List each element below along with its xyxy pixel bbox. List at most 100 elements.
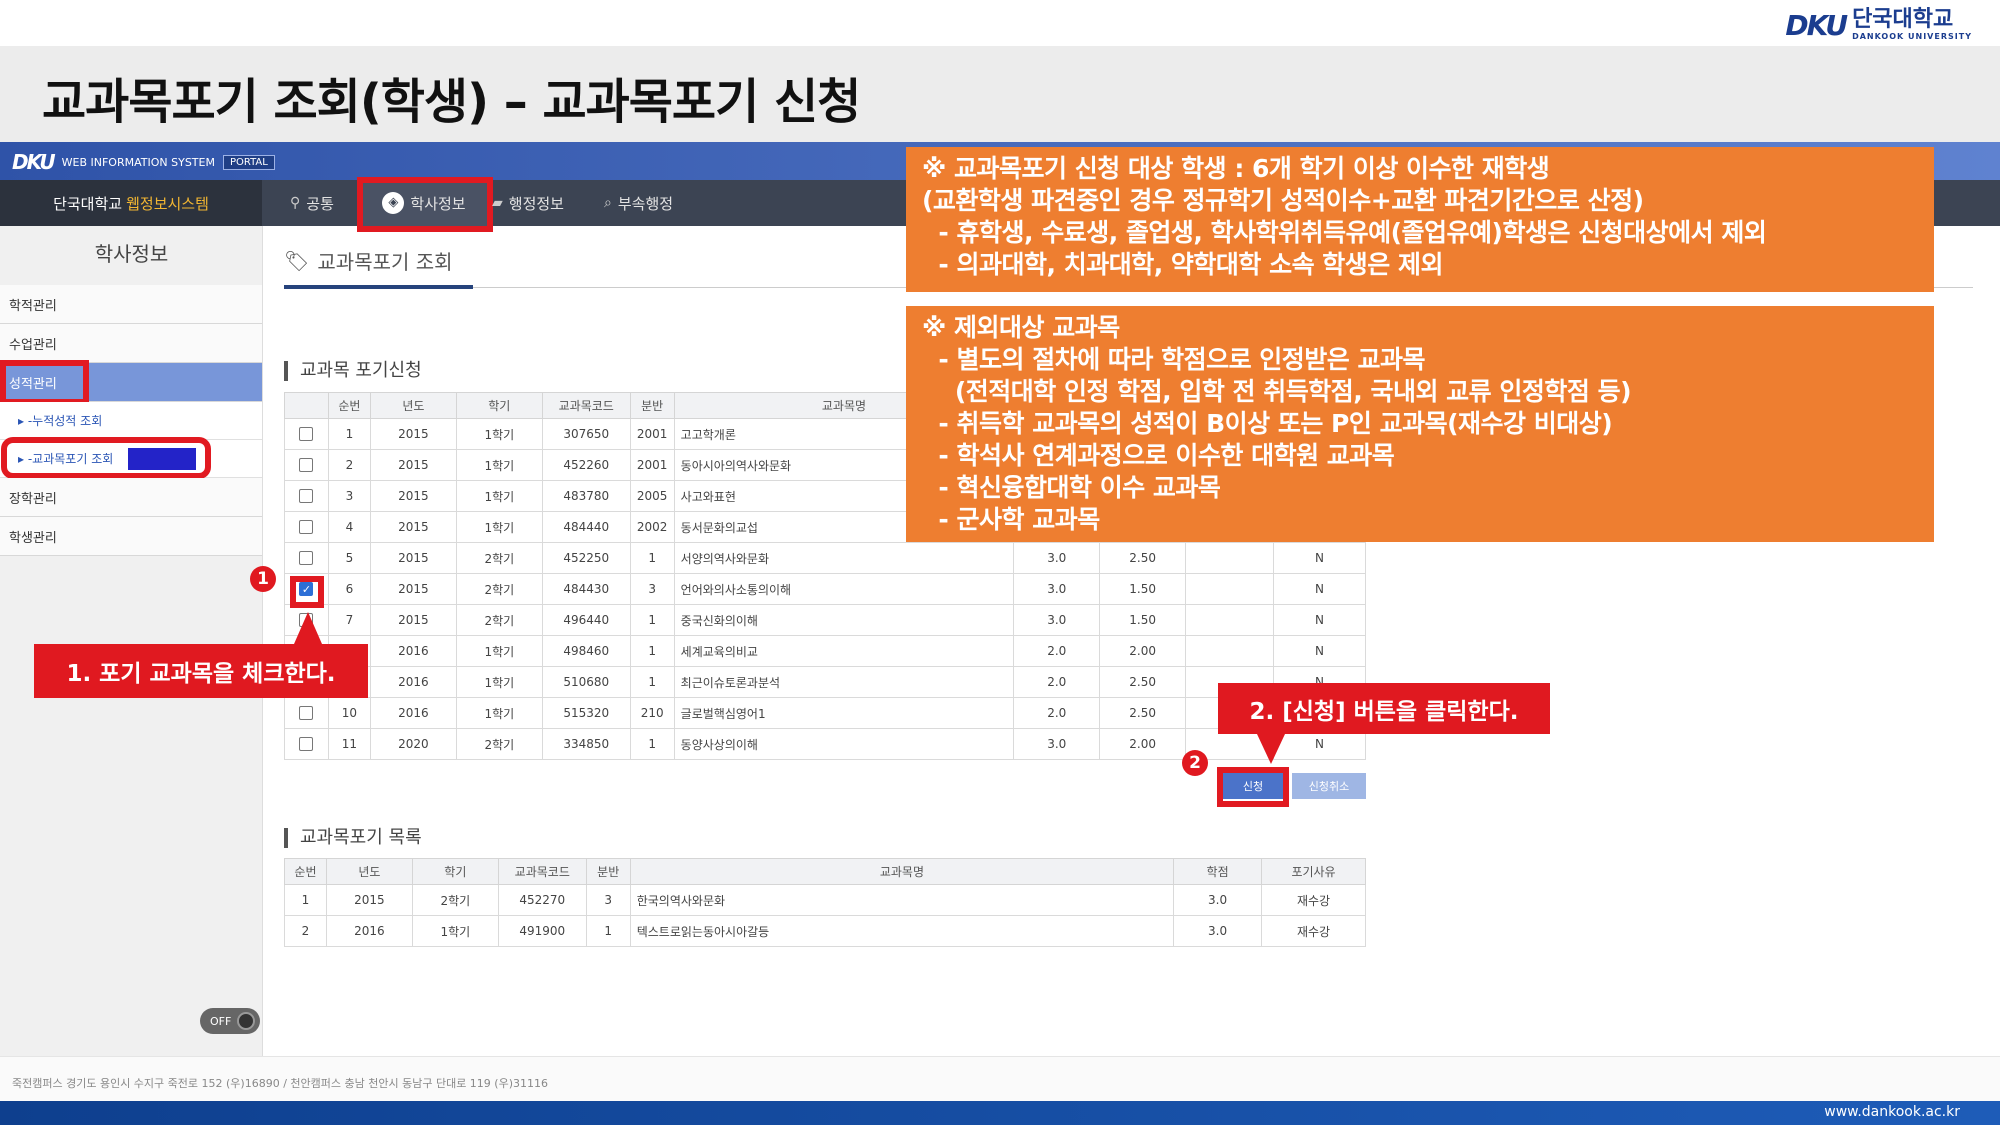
row-credit: 3.0 xyxy=(1173,915,1263,947)
row-code: 498460 xyxy=(541,635,631,667)
row-course-name: 언어와의사소통의이해 xyxy=(673,573,1015,605)
row-course-name: 중국신화의이해 xyxy=(673,604,1015,636)
eligibility-line: - 의과대학, 치과대학, 약학대학 소속 학생은 제외 xyxy=(922,250,1444,279)
row-term: 2학기 xyxy=(411,884,499,916)
row-checkbox[interactable] xyxy=(299,458,314,473)
sidebar-item-student[interactable]: 학생관리 xyxy=(0,517,262,556)
excluded-line: - 학석사 연계과정으로 이수한 대학원 교과목 xyxy=(922,441,1395,470)
nav-home[interactable]: 단국대학교 웹정보시스템 xyxy=(0,180,262,226)
row-code: 510680 xyxy=(541,666,631,698)
row-checkbox[interactable] xyxy=(299,706,314,721)
row-grade: 2.00 xyxy=(1099,635,1187,667)
col-term: 학기 xyxy=(455,392,543,419)
footer-url: www.dankook.ac.kr xyxy=(1824,1104,1960,1120)
link-icon: ⚲ xyxy=(290,195,301,211)
row-course-name: 최근이슈토론과분석 xyxy=(673,666,1015,698)
col-check xyxy=(284,392,329,419)
row-grade: 2.50 xyxy=(1099,542,1187,574)
row-year: 2015 xyxy=(369,542,457,574)
row-checkbox[interactable] xyxy=(299,489,314,504)
portal-button[interactable]: PORTAL xyxy=(222,154,275,170)
row-checkbox[interactable] xyxy=(299,551,314,566)
row-section: 1 xyxy=(629,728,675,760)
row-term: 1학기 xyxy=(455,480,543,512)
sidebar-item-classes[interactable]: 수업관리 xyxy=(0,324,262,363)
excluded-line: - 군사학 교과목 xyxy=(922,505,1100,534)
col-section: 분반 xyxy=(629,392,675,419)
row-grade: 2.00 xyxy=(1099,728,1187,760)
row-code: 491900 xyxy=(497,915,587,947)
row-no: 6 xyxy=(327,573,371,605)
row-no: 1 xyxy=(327,418,371,450)
apply-table-row[interactable]: 7 2015 2학기 496440 1 중국신화의이해 3.0 1.50 N xyxy=(284,604,1366,636)
logo-mark: DKU xyxy=(1785,8,1848,42)
nav-admin[interactable]: ▰ 행정정보 xyxy=(492,180,564,226)
sidebar-item-registration[interactable]: 학적관리 xyxy=(0,285,262,324)
col-no: 순번 xyxy=(284,858,327,885)
sidebar-item-scholarship[interactable]: 장학관리 xyxy=(0,478,262,517)
row-term: 1학기 xyxy=(455,666,543,698)
highlight-apply-button xyxy=(1217,767,1289,807)
row-checkbox[interactable] xyxy=(299,520,314,535)
highlight-nav-academic xyxy=(357,177,493,232)
col-year: 년도 xyxy=(325,858,413,885)
row-check-cell xyxy=(284,511,329,543)
cancel-apply-button[interactable]: 신청취소 xyxy=(1292,773,1366,799)
row-year: 2015 xyxy=(369,418,457,450)
col-year: 년도 xyxy=(369,392,457,419)
sidebar-sub-cumulative[interactable]: ▸ -누적성적 조회 xyxy=(0,402,262,440)
tag-icon: 🏷 xyxy=(284,248,310,273)
nav-common[interactable]: ⚲ 공통 xyxy=(290,180,334,226)
row-checkbox[interactable] xyxy=(299,737,314,752)
row-year: 2016 xyxy=(369,635,457,667)
nav-affiliate[interactable]: ⌕ 부속행정 xyxy=(604,180,673,226)
highlight-sidebar-drop-course xyxy=(1,437,211,479)
toggle-switch[interactable]: OFF xyxy=(200,1008,260,1034)
dankook-logo: DKU 단국대학교 DANKOOK UNIVERSITY xyxy=(1785,8,1972,42)
row-year: 2015 xyxy=(369,480,457,512)
apply-table-row[interactable]: 920161학기5106801최근이슈토론과분석2.02.50N xyxy=(284,666,1366,698)
row-grade: 2.50 xyxy=(1099,697,1187,729)
row-term: 2학기 xyxy=(455,573,543,605)
apply-section-title: 교과목 포기신청 xyxy=(284,361,422,381)
row-year: 2015 xyxy=(325,884,413,916)
step1-badge: 1 xyxy=(250,566,276,592)
row-check-cell xyxy=(284,449,329,481)
apply-table-row[interactable]: 1020161학기515320210글로벌핵심영어12.02.50N xyxy=(284,697,1366,729)
folder-icon: ▰ xyxy=(492,195,503,211)
col-reason: 포기사유 xyxy=(1261,858,1366,885)
page-tab[interactable]: 🏷 교과목포기 조회 xyxy=(284,246,453,275)
row-term: 1학기 xyxy=(455,635,543,667)
col-code: 교과목코드 xyxy=(541,392,631,419)
row-credit: 3.0 xyxy=(1013,604,1101,636)
row-section: 210 xyxy=(629,697,675,729)
row-flag: N xyxy=(1273,542,1366,574)
drop-list-row: 2 2016 1학기 491900 1 텍스트로읽는동아시아갈등 3.0 재수강 xyxy=(284,915,1366,947)
list-section-title: 교과목포기 목록 xyxy=(284,828,422,848)
excluded-line: - 혁신융합대학 이수 교과목 xyxy=(922,473,1221,502)
apply-table-row[interactable]: ✓ 6 2015 2학기 484430 3 언어와의사소통의이해 3.0 1.50 N xyxy=(284,573,1366,605)
sidebar-sub-cumulative-label: -누적성적 조회 xyxy=(27,414,103,428)
row-year: 2015 xyxy=(369,573,457,605)
row-course-name: 한국의역사와문화 xyxy=(629,884,1175,916)
col-code: 교과목코드 xyxy=(497,858,587,885)
row-credit: 2.0 xyxy=(1013,697,1101,729)
row-year: 2016 xyxy=(369,697,457,729)
row-credit: 3.0 xyxy=(1013,542,1101,574)
row-no: 4 xyxy=(327,511,371,543)
row-year: 2015 xyxy=(369,604,457,636)
apply-table-row[interactable]: 820161학기4984601세계교육의비교2.02.00N xyxy=(284,635,1366,667)
row-check-cell xyxy=(284,480,329,512)
toggle-knob xyxy=(237,1012,256,1030)
col-term: 학기 xyxy=(411,858,499,885)
row-section: 2005 xyxy=(629,480,675,512)
row-checkbox[interactable] xyxy=(299,427,314,442)
apply-table-row[interactable]: 5 2015 2학기 452250 1 서양의역사와문화 3.0 2.50 N xyxy=(284,542,1366,574)
page-tab-label: 교과목포기 조회 xyxy=(317,250,453,274)
row-section: 2002 xyxy=(629,511,675,543)
toggle-label: OFF xyxy=(210,1014,232,1028)
row-term: 1학기 xyxy=(411,915,499,947)
row-year: 2016 xyxy=(369,666,457,698)
excluded-line: ※ 제외대상 교과목 xyxy=(922,313,1120,342)
col-no: 순번 xyxy=(327,392,371,419)
